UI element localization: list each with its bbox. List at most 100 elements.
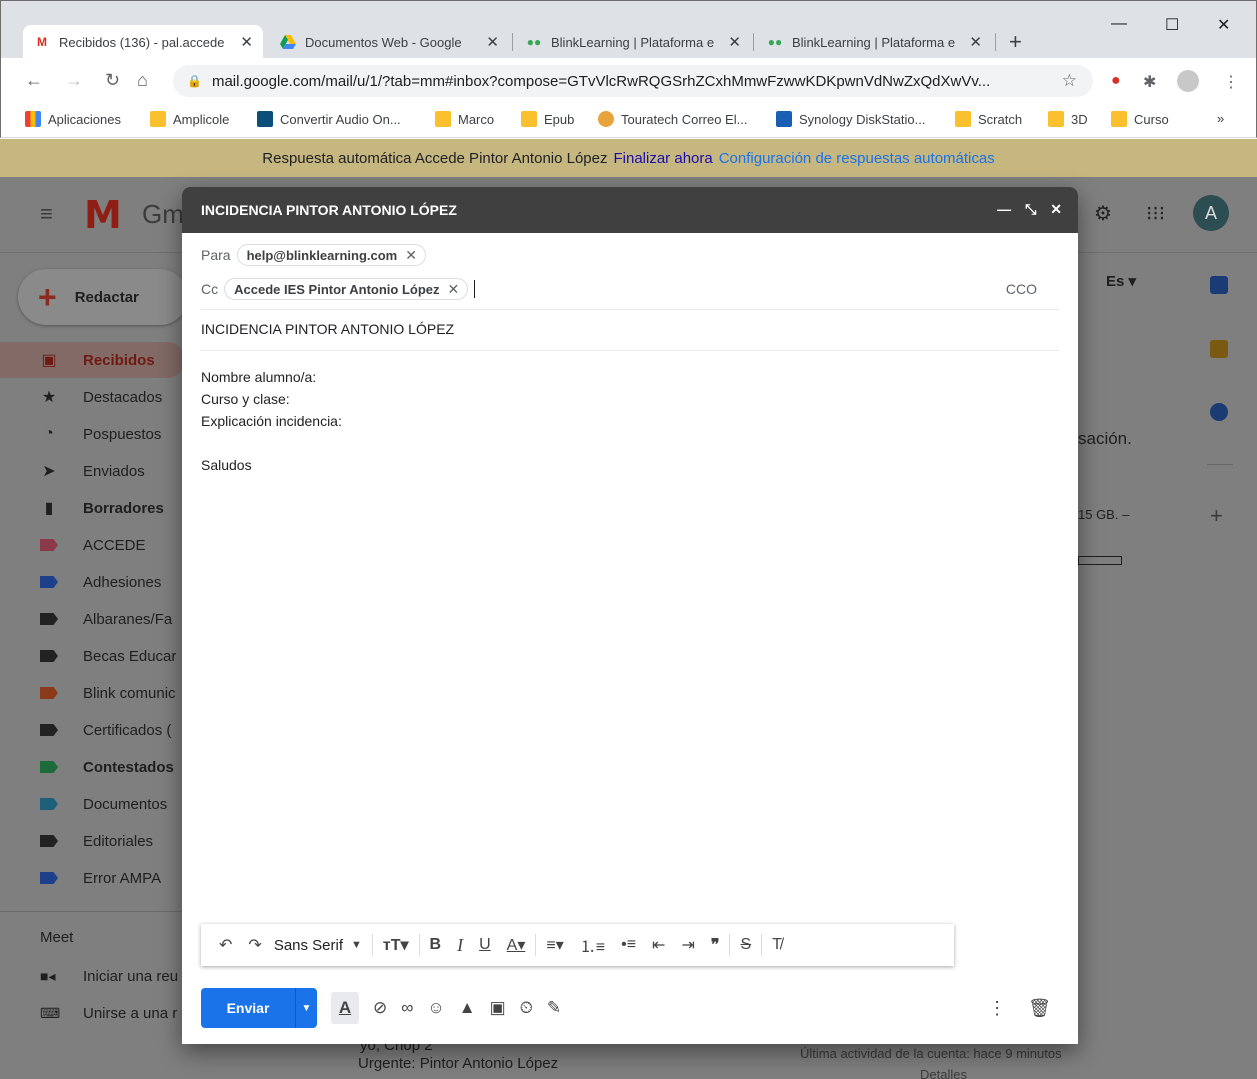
bookmark-item[interactable]: Epub: [521, 111, 574, 127]
reload-icon[interactable]: ↻: [105, 70, 120, 91]
remove-formatting-icon[interactable]: T̸: [772, 936, 782, 954]
close-tab-icon[interactable]: ✕: [240, 33, 253, 51]
send-button[interactable]: Enviar: [201, 988, 295, 1028]
close-tab-icon[interactable]: ✕: [728, 33, 741, 51]
discard-draft-icon[interactable]: 🗑: [1028, 998, 1051, 1019]
bookmark-star-icon[interactable]: ☆: [1062, 71, 1077, 91]
sidebar-item-label-adhesiones[interactable]: Adhesiones: [0, 564, 185, 600]
drive-insert-icon[interactable]: ▲: [459, 998, 476, 1018]
chrome-menu-icon[interactable]: ⋮: [1223, 72, 1239, 92]
recipient-chip[interactable]: help@blinklearning.com ✕: [236, 244, 426, 266]
forward-icon[interactable]: →: [65, 70, 83, 91]
close-window-icon[interactable]: ✕: [1217, 15, 1230, 35]
bookmark-item[interactable]: Marco: [435, 111, 494, 127]
sidebar-item-label-albaranes[interactable]: Albaranes/Fa: [0, 601, 185, 637]
link-icon[interactable]: ∞: [401, 998, 413, 1018]
indent-less-icon[interactable]: ⇤: [652, 935, 665, 955]
sidebar-item-label-certificados[interactable]: Certificados (: [0, 712, 185, 748]
emoji-icon[interactable]: ☺: [427, 998, 444, 1018]
photo-icon[interactable]: ▣: [490, 998, 506, 1018]
sidebar-item-label-becas[interactable]: Becas Educar: [0, 638, 185, 674]
redo-icon[interactable]: ↷: [248, 935, 261, 955]
language-selector[interactable]: Es ▾: [1106, 272, 1136, 290]
remove-cc-icon[interactable]: ✕: [448, 281, 460, 298]
settings-gear-icon[interactable]: ⚙: [1094, 201, 1112, 226]
sidebar-item-label-documentos[interactable]: Documentos: [0, 786, 185, 822]
bookmark-item[interactable]: Synology DiskStatio...: [776, 111, 925, 127]
compose-button[interactable]: + Redactar: [18, 269, 188, 325]
account-avatar[interactable]: A: [1193, 195, 1229, 231]
sidebar-item-label-error-ampa[interactable]: Error AMPA: [0, 860, 185, 896]
text-color-icon[interactable]: A▾: [507, 935, 526, 955]
font-family-select[interactable]: Sans Serif: [274, 937, 343, 954]
tab-gmail[interactable]: M Recibidos (136) - pal.accede ✕: [23, 25, 263, 59]
minimize-compose-icon[interactable]: —: [997, 201, 1011, 218]
close-compose-icon[interactable]: ✕: [1050, 201, 1062, 218]
italic-icon[interactable]: I: [457, 935, 463, 956]
bookmark-item[interactable]: 3D: [1048, 111, 1088, 127]
strikethrough-icon[interactable]: S: [740, 936, 751, 954]
sidebar-item-drafts[interactable]: ▮ Borradores: [0, 490, 185, 526]
font-dropdown-icon[interactable]: ▼: [351, 939, 362, 951]
google-apps-icon[interactable]: ⁝⁝⁝: [1146, 201, 1165, 226]
align-icon[interactable]: ≡▾: [546, 935, 563, 955]
details-link[interactable]: Detalles: [920, 1067, 967, 1079]
address-bar[interactable]: 🔒 mail.google.com/mail/u/1/?tab=mm#inbox…: [173, 65, 1093, 97]
bookmark-item[interactable]: Touratech Correo El...: [598, 111, 747, 127]
sidebar-item-starred[interactable]: ★ Destacados: [0, 379, 185, 415]
bookmark-item[interactable]: Amplicole: [150, 111, 229, 127]
message-body[interactable]: Nombre alumno/a: Curso y clase: Explicac…: [201, 366, 342, 476]
bold-icon[interactable]: B: [430, 936, 442, 954]
attach-icon[interactable]: ⊘: [373, 998, 387, 1018]
cc-recipient-chip[interactable]: Accede IES Pintor Antonio López ✕: [224, 278, 469, 300]
home-icon[interactable]: ⌂: [137, 70, 148, 91]
close-tab-icon[interactable]: ✕: [486, 33, 499, 51]
formatting-options-icon[interactable]: A: [331, 992, 359, 1024]
font-size-icon[interactable]: ᴛT▾: [383, 935, 409, 955]
tasks-icon[interactable]: [1210, 403, 1228, 421]
to-field[interactable]: Para help@blinklearning.com ✕: [201, 243, 1059, 267]
sidebar-item-label-contestados[interactable]: Contestados: [0, 749, 185, 785]
back-icon[interactable]: ←: [25, 70, 43, 91]
exit-fullscreen-icon[interactable]: ⤡: [1025, 201, 1036, 218]
bookmark-item[interactable]: Convertir Audio On...: [257, 111, 401, 127]
bookmark-item[interactable]: Scratch: [955, 111, 1022, 127]
keep-icon[interactable]: [1210, 340, 1228, 358]
extensions-puzzle-icon[interactable]: ✱: [1143, 72, 1156, 92]
main-menu-icon[interactable]: ≡: [40, 201, 53, 227]
tab-drive[interactable]: Documentos Web - Google ✕: [269, 25, 509, 59]
undo-icon[interactable]: ↶: [219, 935, 232, 955]
extension-gmail-icon[interactable]: ●: [1111, 72, 1121, 90]
numbered-list-icon[interactable]: ⒈≡: [580, 933, 605, 957]
sidebar-item-label-blink[interactable]: Blink comunic: [0, 675, 185, 711]
close-tab-icon[interactable]: ✕: [969, 33, 982, 51]
bulleted-list-icon[interactable]: •≡: [621, 936, 636, 954]
underline-icon[interactable]: U: [479, 936, 491, 954]
tab-blink-1[interactable]: ●● BlinkLearning | Plataforma e ✕: [515, 25, 751, 59]
new-tab-button[interactable]: +: [1009, 29, 1022, 55]
sidebar-item-label-editoriales[interactable]: Editoriales: [0, 823, 185, 859]
cc-field[interactable]: Cc Accede IES Pintor Antonio López ✕ CCO: [201, 277, 1059, 301]
remove-recipient-icon[interactable]: ✕: [405, 247, 417, 264]
send-options-icon[interactable]: ▼: [295, 988, 317, 1028]
autoreply-settings-link[interactable]: Configuración de respuestas automáticas: [719, 150, 995, 167]
profile-avatar-icon[interactable]: [1177, 70, 1199, 92]
end-now-link[interactable]: Finalizar ahora: [614, 150, 713, 167]
sidebar-item-label-accede[interactable]: ACCEDE: [0, 527, 185, 563]
sidebar-item-snoozed[interactable]: ◔ Pospuestos: [0, 416, 185, 452]
more-options-icon[interactable]: ⋮: [988, 998, 1006, 1019]
minimize-icon[interactable]: —: [1111, 15, 1127, 33]
bookmark-item[interactable]: Curso: [1111, 111, 1169, 127]
sidebar-item-sent[interactable]: ➤ Enviados: [0, 453, 185, 489]
bookmarks-more-button[interactable]: »: [1217, 111, 1224, 126]
add-addon-icon[interactable]: +: [1210, 503, 1223, 529]
quote-icon[interactable]: ❞: [711, 935, 720, 955]
tab-blink-2[interactable]: ●● BlinkLearning | Plataforma e ✕: [756, 25, 992, 59]
indent-more-icon[interactable]: ⇥: [681, 935, 694, 955]
subject-input[interactable]: INCIDENCIA PINTOR ANTONIO LÓPEZ: [201, 321, 454, 337]
compose-header[interactable]: INCIDENCIA PINTOR ANTONIO LÓPEZ — ⤡ ✕: [182, 187, 1078, 233]
sidebar-item-inbox[interactable]: ▣ Recibidos: [0, 342, 185, 378]
calendar-icon[interactable]: [1210, 276, 1228, 294]
signature-icon[interactable]: ✎: [547, 998, 561, 1018]
confidential-mode-icon[interactable]: ⏲: [520, 998, 533, 1018]
